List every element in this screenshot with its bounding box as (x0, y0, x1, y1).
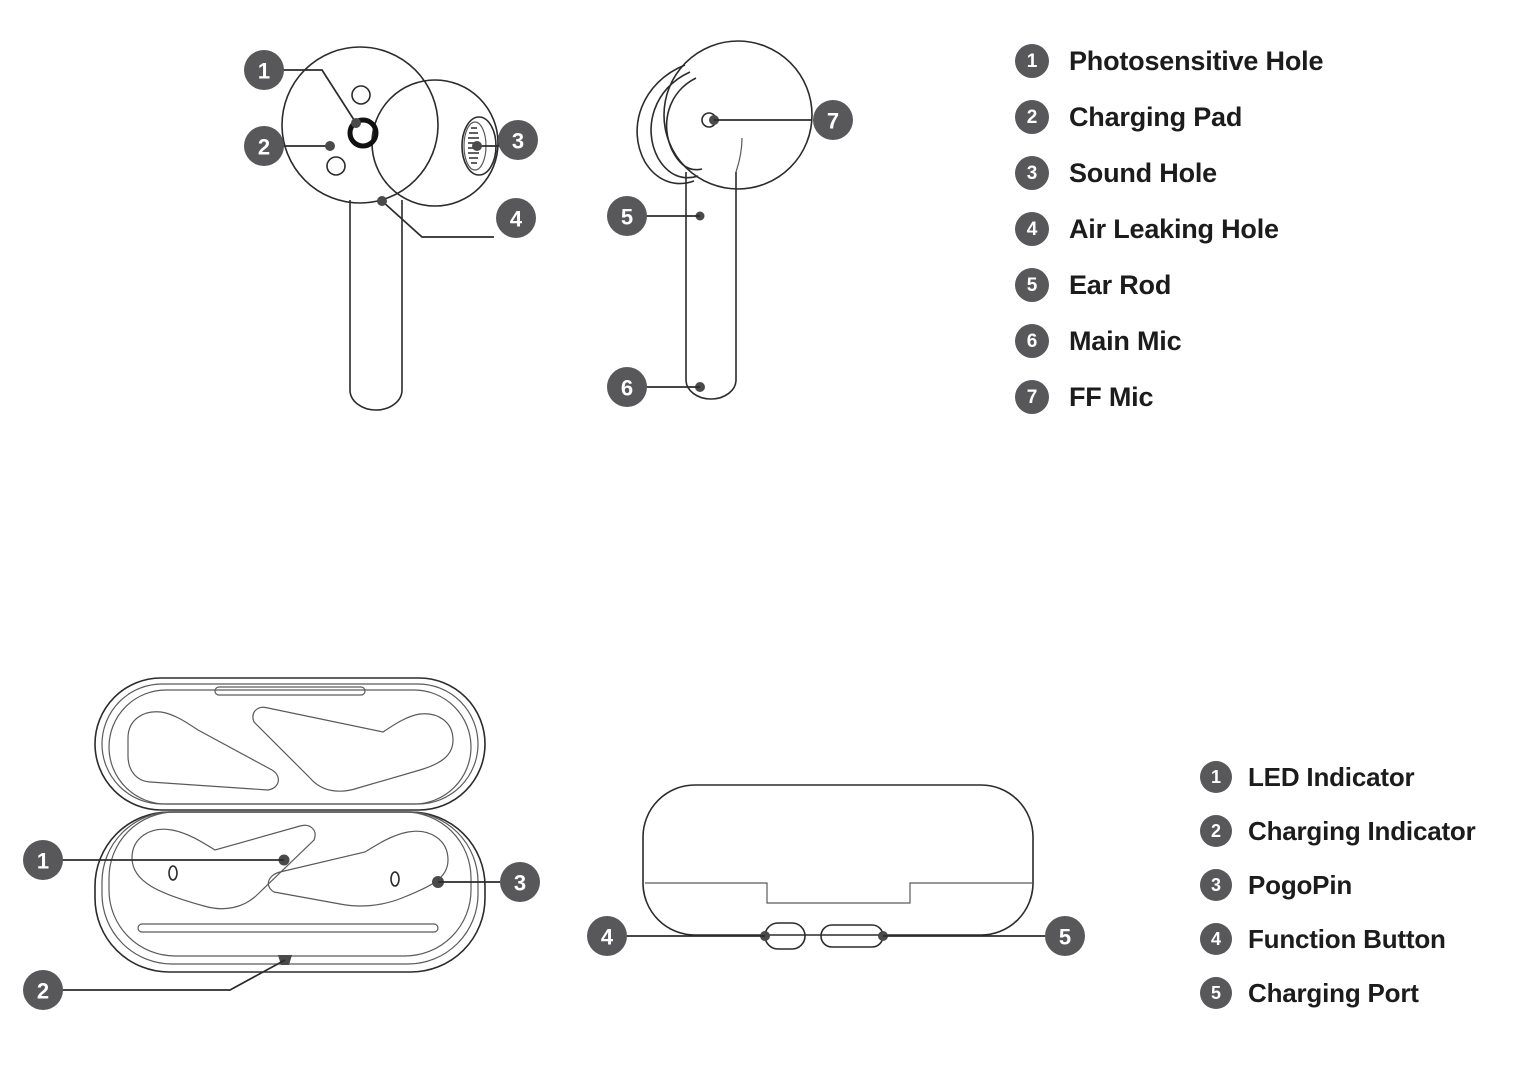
legend-badge: 6 (1015, 324, 1049, 358)
callout-1-number: 1 (258, 59, 270, 84)
legend-label: Sound Hole (1069, 157, 1217, 188)
case-base-outer (94, 811, 486, 973)
case-base-inner (108, 811, 472, 957)
callout-badge-case-2[interactable]: 2 (23, 970, 63, 1010)
case-legend: 1 LED Indicator 2 Charging Indicator 3 P… (1200, 750, 1476, 1020)
legend-label: PogoPin (1248, 869, 1353, 900)
case-rear-seam (645, 882, 1032, 904)
legend-item[interactable]: 5 Charging Port (1200, 966, 1476, 1020)
legend-item[interactable]: 2 Charging Indicator (1200, 804, 1476, 858)
function-button[interactable] (764, 922, 806, 950)
legend-item[interactable]: 3 Sound Hole (1015, 145, 1323, 201)
callout-5-number: 5 (621, 205, 633, 230)
case-lid-inner (108, 689, 472, 805)
callout-badge-case-5[interactable]: 5 (1045, 916, 1085, 956)
legend-label: Charging Port (1248, 977, 1419, 1008)
earbud-legend: 1 Photosensitive Hole 2 Charging Pad 3 S… (1015, 33, 1323, 425)
charging-port (820, 924, 884, 948)
legend-label: Photosensitive Hole (1069, 45, 1324, 76)
legend-badge: 1 (1200, 761, 1232, 793)
earbud-side-view: 7 5 6 (607, 40, 853, 407)
leader-line-1 (282, 69, 357, 124)
legend-item[interactable]: 7 FF Mic (1015, 369, 1323, 425)
diagram-canvas: 1 2 3 4 7 5 6 1 Photosensitive Hole 2 Ch… (0, 0, 1533, 1070)
ear-tip-mid (650, 71, 699, 179)
legend-badge: 5 (1015, 268, 1049, 302)
contact-mark-right (390, 871, 400, 887)
leader-dot-4 (377, 196, 387, 206)
callout-case-5-number: 5 (1059, 925, 1071, 950)
legend-label: Air Leaking Hole (1069, 213, 1279, 244)
legend-label: LED Indicator (1248, 761, 1415, 792)
ear-tip-inner (665, 77, 703, 171)
callout-case-2-number: 2 (37, 979, 49, 1004)
callout-badge-4[interactable]: 4 (496, 198, 536, 238)
legend-badge: 2 (1200, 815, 1232, 847)
legend-label: Charging Indicator (1248, 815, 1476, 846)
legend-item[interactable]: 6 Main Mic (1015, 313, 1323, 369)
stem-head-joint-right (735, 137, 743, 173)
legend-item[interactable]: 3 PogoPin (1200, 858, 1476, 912)
legend-item[interactable]: 2 Charging Pad (1015, 89, 1323, 145)
callout-case-1-number: 1 (37, 849, 49, 874)
legend-label: Charging Pad (1069, 101, 1243, 132)
leader-dot-1 (351, 118, 361, 128)
legend-item[interactable]: 5 Ear Rod (1015, 257, 1323, 313)
callout-badge-case-4[interactable]: 4 (587, 916, 627, 956)
charging-case-open-view: 1 2 3 (23, 677, 540, 1010)
legend-item[interactable]: 4 Function Button (1200, 912, 1476, 966)
callout-badge-6[interactable]: 6 (607, 367, 647, 407)
legend-badge: 2 (1015, 100, 1049, 134)
callout-6-number: 6 (621, 376, 633, 401)
callout-badge-2[interactable]: 2 (244, 126, 284, 166)
callout-badge-1[interactable]: 1 (244, 50, 284, 90)
leader-dot-3 (472, 141, 482, 151)
callout-badge-7[interactable]: 7 (813, 100, 853, 140)
base-cavity-left (131, 824, 316, 910)
callout-badge-5[interactable]: 5 (607, 196, 647, 236)
legend-badge: 3 (1015, 156, 1049, 190)
legend-label: Main Mic (1069, 325, 1182, 356)
callout-badge-3[interactable]: 3 (498, 120, 538, 160)
callout-3-number: 3 (512, 129, 524, 154)
legend-label: FF Mic (1069, 381, 1154, 412)
case-base-outer-2 (101, 811, 479, 965)
callout-badge-case-1[interactable]: 1 (23, 840, 63, 880)
legend-badge: 4 (1200, 923, 1232, 955)
legend-item[interactable]: 1 Photosensitive Hole (1015, 33, 1323, 89)
case-lid-outer (94, 677, 486, 811)
legend-badge: 1 (1015, 44, 1049, 78)
case-base-ridge (137, 923, 439, 933)
earbud-side-stem (685, 172, 737, 400)
case-rear-outline (642, 784, 1034, 936)
contact-mark-left (168, 865, 178, 881)
charging-case-rear-view: 4 5 (587, 784, 1085, 956)
legend-label: Function Button (1248, 923, 1446, 954)
earbud-stem-outline (349, 200, 403, 411)
case-lid-ridge (214, 686, 366, 696)
legend-badge: 7 (1015, 380, 1049, 414)
callout-4-number: 4 (510, 207, 523, 232)
callout-case-4-number: 4 (601, 925, 614, 950)
callout-badge-case-3[interactable]: 3 (500, 862, 540, 902)
callout-2-number: 2 (258, 135, 270, 160)
callout-7-number: 7 (827, 109, 839, 134)
legend-label: Ear Rod (1069, 269, 1172, 300)
legend-item[interactable]: 1 LED Indicator (1200, 750, 1476, 804)
charging-pad-secondary (326, 156, 346, 176)
legend-item[interactable]: 4 Air Leaking Hole (1015, 201, 1323, 257)
case-lid-outer-2 (101, 683, 479, 805)
photosensitive-hole (351, 85, 371, 105)
legend-badge: 3 (1200, 869, 1232, 901)
leader-dot-2 (325, 141, 335, 151)
legend-badge: 4 (1015, 212, 1049, 246)
legend-badge: 5 (1200, 977, 1232, 1009)
base-cavity-right (267, 830, 449, 907)
lid-cavity-right (252, 706, 454, 792)
callout-case-3-number: 3 (514, 871, 526, 896)
